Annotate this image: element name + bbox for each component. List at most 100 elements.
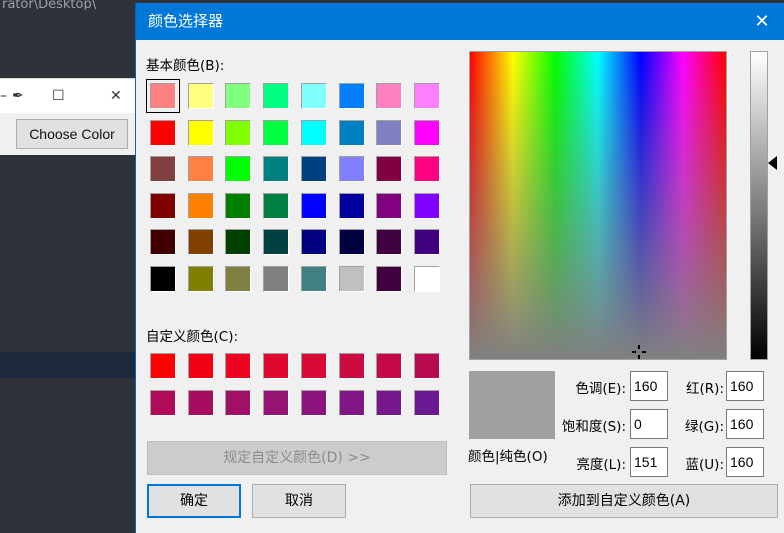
basic-color-swatch[interactable] [300,83,327,109]
basic-color-swatch[interactable] [376,192,403,219]
basic-color-swatch[interactable] [376,229,403,255]
luminance-label: 亮度(L): [576,457,626,473]
basic-color-swatch[interactable] [150,192,176,219]
dialog-title: 颜色选择器 [148,12,224,30]
close-icon[interactable]: ✕ [739,3,784,40]
basic-color-swatch[interactable] [225,265,252,292]
background-window-title: rator\Desktop\ [2,0,97,10]
minimize-icon[interactable]: – [0,88,7,104]
basic-color-swatch[interactable] [338,156,365,182]
basic-color-swatch[interactable] [187,229,214,255]
crosshair-icon [632,345,646,359]
color-spectrum[interactable] [469,51,727,360]
basic-color-swatch[interactable] [263,229,290,255]
basic-color-swatch[interactable] [150,229,176,255]
basic-color-swatch[interactable] [225,156,252,182]
basic-color-swatch[interactable] [187,119,214,146]
basic-color-swatch[interactable] [187,156,214,182]
custom-color-swatch[interactable] [187,353,214,379]
basic-color-swatch[interactable] [187,83,214,109]
small-window-titlebar: – ✒ ☐ ✕ [0,79,135,113]
red-input[interactable]: 160 [726,371,764,401]
luminance-slider[interactable] [750,51,768,360]
basic-color-swatch[interactable] [150,119,176,146]
hue-label: 色调(E): [575,381,626,397]
feather-icon: ✒ [12,88,24,104]
close-icon[interactable]: ✕ [110,88,122,104]
basic-color-swatch[interactable] [376,156,403,182]
basic-color-swatch[interactable] [376,119,403,146]
custom-color-swatch[interactable] [413,389,440,416]
cancel-button[interactable]: 取消 [252,484,346,518]
green-label: 绿(G): [684,419,724,435]
small-app-window: – ✒ ☐ ✕ Choose Color [0,78,135,155]
basic-color-swatch[interactable] [300,265,327,292]
basic-color-swatch[interactable] [338,229,365,255]
color-solid-label: 颜色|纯色(O) [468,449,548,465]
basic-color-swatch[interactable] [187,265,214,292]
basic-color-swatch[interactable] [300,192,327,219]
basic-color-swatch[interactable] [300,119,327,146]
luminance-arrow-icon[interactable] [768,156,777,170]
luminance-input[interactable]: 151 [630,447,668,477]
basic-color-swatch[interactable] [413,119,440,146]
basic-color-swatch[interactable] [338,265,365,292]
custom-color-swatch[interactable] [225,389,252,416]
blue-label: 蓝(U): [685,457,724,473]
green-input[interactable]: 160 [726,409,764,439]
basic-color-swatch[interactable] [338,192,365,219]
custom-color-swatch[interactable] [300,389,327,416]
ok-button[interactable]: 确定 [147,484,241,518]
basic-color-swatch[interactable] [263,83,290,109]
dialog-titlebar: 颜色选择器 ✕ [136,3,784,40]
add-to-custom-colors-button[interactable]: 添加到自定义颜色(A) [470,484,778,518]
basic-color-swatch[interactable] [225,83,252,109]
custom-colors-label: 自定义颜色(C): [146,329,239,345]
basic-color-swatch[interactable] [225,192,252,219]
basic-color-swatch[interactable] [263,156,290,182]
basic-color-swatch[interactable] [413,229,440,255]
basic-color-swatch[interactable] [376,265,403,292]
basic-color-swatch[interactable] [263,265,290,292]
basic-color-swatch[interactable] [225,229,252,255]
blue-input[interactable]: 160 [726,447,764,477]
basic-color-swatch[interactable] [263,119,290,146]
saturation-label: 饱和度(S): [561,419,626,435]
basic-color-swatch[interactable] [263,192,290,219]
basic-color-swatch[interactable] [300,229,327,255]
saturation-input[interactable]: 0 [630,409,668,439]
basic-color-swatch[interactable] [413,192,440,219]
basic-color-swatch[interactable] [146,79,180,113]
maximize-icon[interactable]: ☐ [52,88,65,104]
custom-color-swatch[interactable] [263,389,290,416]
define-custom-colors-button[interactable]: 规定自定义颜色(D) >> [147,441,447,475]
background-taskbar-strip [0,352,135,378]
basic-colors-label: 基本颜色(B): [146,58,225,74]
custom-color-swatch[interactable] [150,389,176,416]
choose-color-button[interactable]: Choose Color [16,119,128,149]
basic-color-swatch[interactable] [413,156,440,182]
custom-color-swatch[interactable] [413,353,440,379]
custom-color-swatch[interactable] [338,353,365,379]
custom-color-swatch[interactable] [263,353,290,379]
custom-color-swatch[interactable] [225,353,252,379]
color-picker-dialog: 颜色选择器 ✕ 基本颜色(B): 自定义颜色(C): 规定自定义颜色(D) >>… [135,3,784,533]
custom-color-swatch[interactable] [376,353,403,379]
basic-color-swatch[interactable] [300,156,327,182]
custom-color-swatch[interactable] [300,353,327,379]
basic-color-swatch[interactable] [187,192,214,219]
custom-color-swatch[interactable] [376,389,403,416]
basic-color-swatch[interactable] [413,83,440,109]
basic-color-swatch[interactable] [338,83,365,109]
basic-color-swatch[interactable] [376,83,403,109]
basic-color-swatch[interactable] [150,265,176,292]
basic-color-swatch[interactable] [225,119,252,146]
basic-color-swatch[interactable] [338,119,365,146]
custom-color-swatch[interactable] [150,353,176,379]
basic-color-swatch[interactable] [413,265,440,292]
custom-color-swatch[interactable] [338,389,365,416]
hue-input[interactable]: 160 [630,371,668,401]
color-preview [469,371,555,439]
custom-color-swatch[interactable] [187,389,214,416]
basic-color-swatch[interactable] [150,156,176,182]
